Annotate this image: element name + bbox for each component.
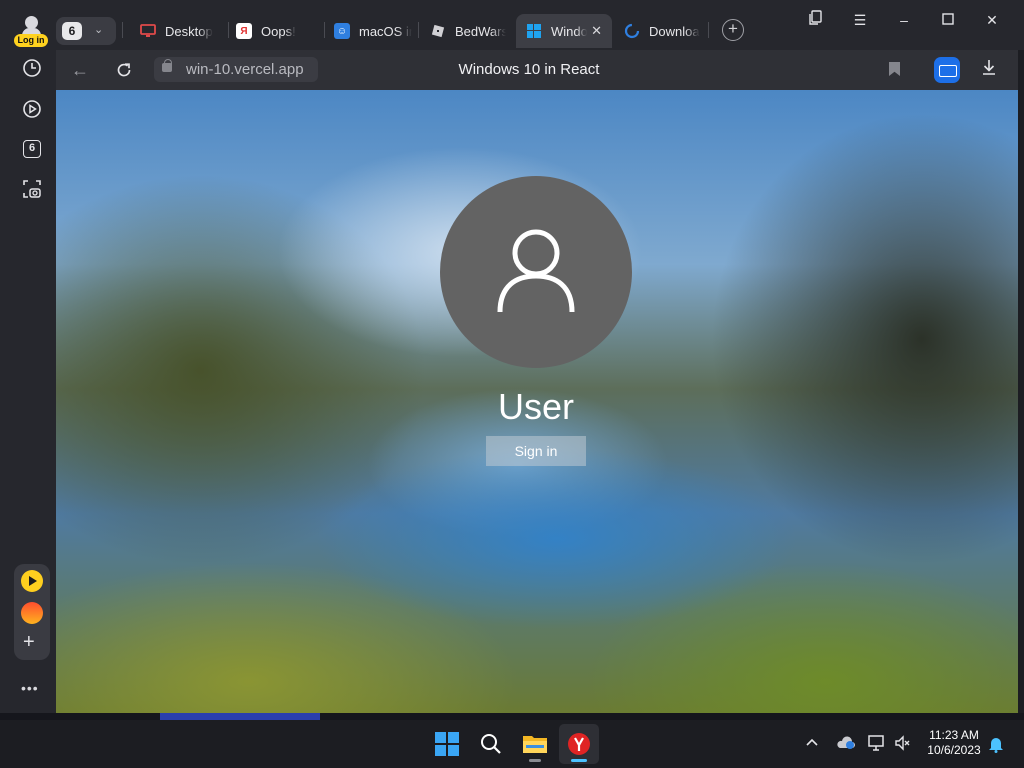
minimize-button[interactable]: – [892, 10, 916, 30]
network-icon[interactable] [868, 735, 886, 754]
tab-download[interactable]: Downloa [624, 14, 700, 48]
back-arrow-icon[interactable]: ← [68, 58, 92, 82]
menu-icon[interactable]: ☰ [848, 10, 872, 30]
screenshot-icon[interactable] [22, 179, 42, 199]
tab-bedwars[interactable]: BedWars [430, 14, 506, 48]
url-field[interactable]: win-10.vercel.app [154, 57, 318, 82]
history-icon[interactable] [22, 58, 42, 78]
sidebar: 6 + ••• [0, 50, 56, 713]
tab-macos[interactable]: ☺ macOS in [334, 14, 412, 48]
search-icon[interactable] [471, 724, 511, 764]
divider [122, 22, 123, 38]
tabs-counter-badge: 6 [23, 140, 41, 158]
yandex-market-icon[interactable] [21, 602, 43, 624]
close-window-button[interactable]: ✕ [980, 10, 1004, 30]
lock-screen: User Sign in [56, 90, 1018, 713]
desktop-strip [0, 713, 1024, 720]
tab-count-badge: 6 [62, 22, 82, 40]
tab-title: Oops! [261, 23, 296, 39]
sidebar-apps: + [14, 564, 50, 660]
file-explorer-icon[interactable] [515, 724, 555, 764]
windows-icon [526, 23, 542, 39]
roblox-icon [430, 23, 446, 39]
user-icon [497, 229, 575, 313]
clock-time: 11:23 AM [929, 728, 979, 742]
maximize-button[interactable] [936, 10, 960, 30]
login-label: Log in [14, 34, 48, 47]
tab-desktop[interactable]: Desktop [140, 14, 224, 48]
bookmark-icon[interactable] [889, 62, 900, 76]
tabs-counter-icon[interactable]: 6 [22, 139, 42, 159]
page-title: Windows 10 in React [458, 61, 600, 78]
play-video-icon[interactable] [22, 99, 42, 119]
collections-icon[interactable] [804, 10, 828, 30]
chevron-up-icon[interactable] [806, 734, 818, 749]
tab-oops[interactable]: Я Oops! [236, 14, 320, 48]
tab-windows[interactable]: Windo ✕ [516, 14, 612, 48]
tab-title: Downloa [649, 23, 700, 39]
system-clock[interactable]: 11:23 AM 10/6/2023 [918, 728, 990, 758]
tab-title: Desktop [165, 23, 213, 39]
user-name: User [497, 386, 574, 427]
loading-icon [624, 23, 640, 39]
tab-title: BedWars [455, 23, 506, 39]
tab-title: macOS in [359, 23, 412, 39]
sign-in-button[interactable]: Sign in [486, 436, 586, 466]
download-icon[interactable] [982, 59, 996, 80]
yandex-browser-icon[interactable] [559, 724, 599, 764]
tab-strip: Log in 6 ⌄ Desktop Я Oops! ☺ macOS in Be… [0, 0, 1024, 50]
windows-start-icon[interactable] [427, 724, 467, 764]
taskbar: 11:23 AM 10/6/2023 [0, 720, 1024, 768]
address-bar: ← win-10.vercel.app Windows 10 in React [56, 50, 1018, 90]
user-avatar [440, 176, 632, 368]
login-button[interactable]: Log in [14, 14, 48, 47]
monitor-icon [140, 23, 156, 39]
clock-date: 10/6/2023 [927, 743, 981, 757]
screen: { "browser": { "login_label": "Log in", … [0, 0, 1024, 768]
add-app-icon[interactable]: + [23, 632, 35, 652]
lock-icon[interactable] [162, 59, 172, 72]
window-edge [1018, 50, 1024, 713]
volume-muted-icon[interactable] [894, 735, 912, 754]
new-tab-button[interactable]: + [722, 19, 744, 41]
onedrive-icon[interactable] [836, 736, 856, 753]
yandex-icon: Я [236, 23, 252, 39]
reload-icon[interactable] [112, 58, 136, 82]
url-text: win-10.vercel.app [186, 61, 304, 78]
tab-count-button[interactable]: 6 ⌄ [56, 17, 116, 45]
yandex-music-icon[interactable] [21, 570, 43, 592]
tab-title: Windo [551, 23, 587, 39]
reader-mode-icon[interactable] [934, 57, 960, 83]
notification-bell-icon[interactable] [988, 735, 1004, 756]
more-options-icon[interactable]: ••• [21, 680, 39, 696]
close-tab-icon[interactable]: ✕ [591, 23, 602, 39]
finder-icon: ☺ [334, 23, 350, 39]
chevron-down-icon[interactable]: ⌄ [94, 23, 103, 36]
